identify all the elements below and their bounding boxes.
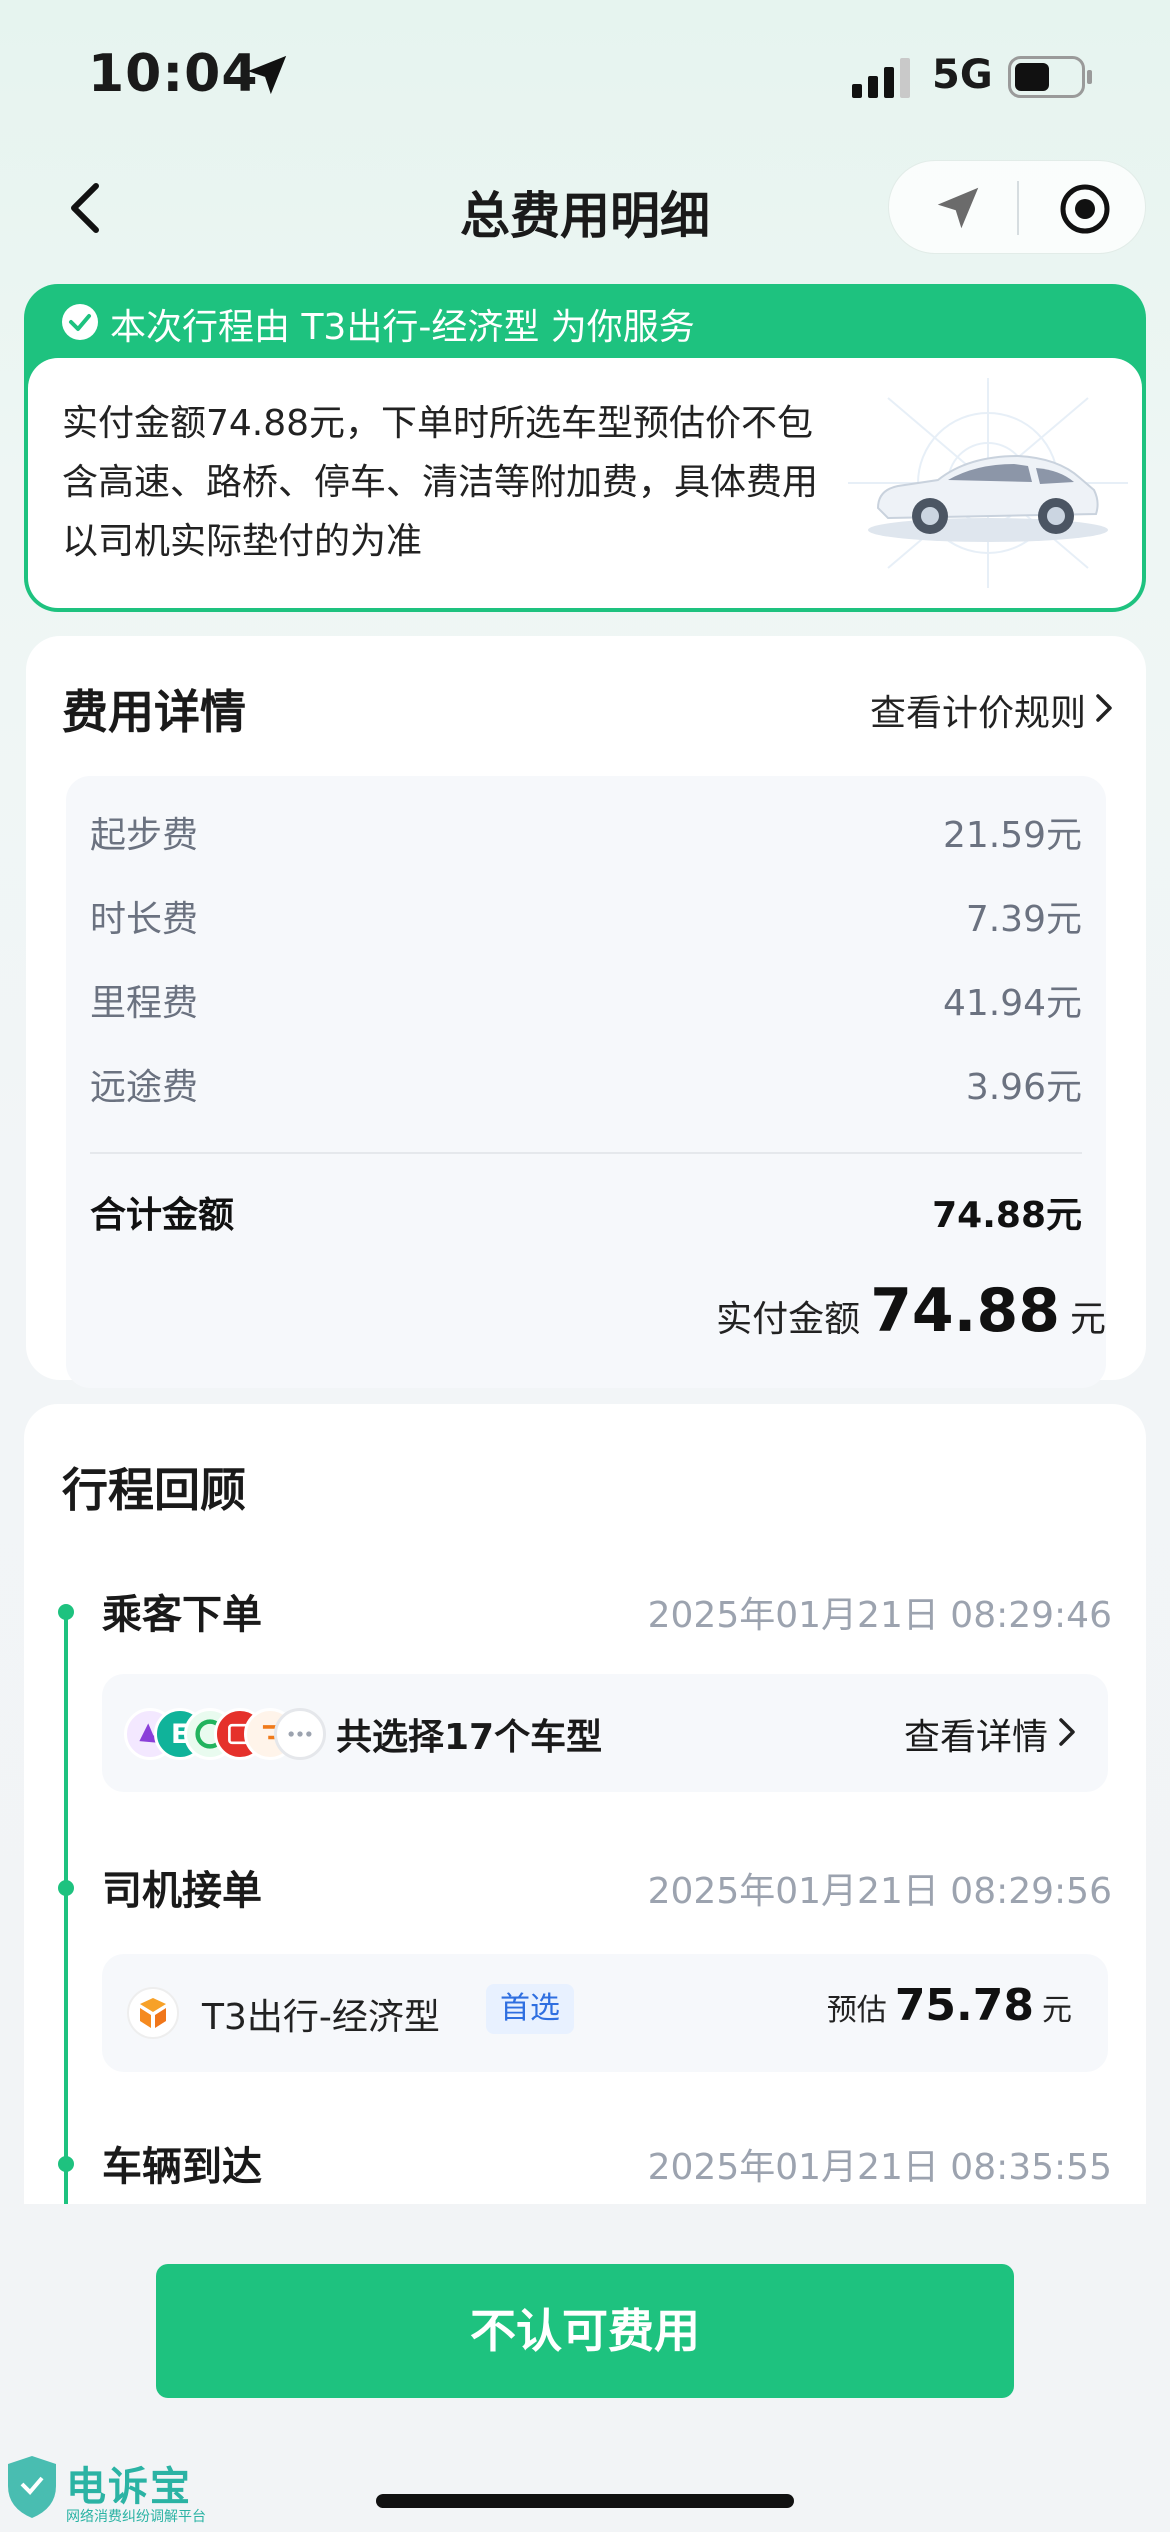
bottom-action-bar: 不认可费用 电诉宝 网络消费纠纷调解平台 (0, 2204, 1170, 2532)
home-indicator (376, 2494, 794, 2508)
event-title: 车辆到达 (102, 2144, 262, 2190)
fee-label: 起步费 (90, 815, 199, 856)
banner-body: 实付金额74.88元，下单时所选车型预估价不包含高速、路桥、停车、清洁等附加费，… (28, 358, 1142, 608)
trip-review-heading: 行程回顾 (62, 1463, 246, 1517)
event-time: 2025年01月21日 08:29:46 (647, 1595, 1112, 1636)
pricing-rules-link[interactable]: 查看计价规则 (870, 684, 1086, 736)
chevron-right-icon[interactable] (1056, 1716, 1078, 1748)
preferred-badge: 首选 (486, 1984, 574, 2034)
fee-divider (90, 1152, 1082, 1154)
fee-row-distance: 里程费 41.94元 (90, 974, 1082, 1034)
status-time: 10:04 (88, 44, 259, 104)
timeline-dot (58, 1604, 74, 1620)
fee-row-base: 起步费 21.59元 (90, 806, 1082, 866)
fee-label: 远途费 (90, 1067, 199, 1108)
accepted-car-type: T3出行-经济型 首选 预估 75.78 元 (102, 1954, 1108, 2072)
fee-value: 7.39元 (965, 899, 1082, 940)
event-time: 2025年01月21日 08:29:56 (647, 1871, 1112, 1912)
chevron-right-icon[interactable] (1092, 692, 1116, 724)
close-target-icon[interactable] (1057, 181, 1113, 237)
car-illustration-icon (848, 378, 1128, 588)
event-title: 乘客下单 (102, 1592, 262, 1638)
estimate-unit: 元 (1042, 1993, 1072, 2028)
timeline-line (64, 1610, 68, 2204)
location-arrow-icon (247, 55, 287, 95)
banner-title: 本次行程由 T3出行-经济型 为你服务 (110, 307, 695, 348)
paid-amount: 74.88 (870, 1276, 1060, 1346)
watermark-title: 电诉宝 (66, 2464, 192, 2510)
location-icon[interactable] (931, 181, 985, 235)
t3-logo-icon (127, 1987, 179, 2039)
fee-label: 时长费 (90, 899, 199, 940)
banner-text: 实付金额74.88元，下单时所选车型预估价不包含高速、路桥、停车、清洁等附加费，… (62, 403, 819, 562)
fee-value: 41.94元 (942, 983, 1082, 1024)
fee-details-card: 费用详情 查看计价规则 起步费 21.59元 时长费 7.39元 里程费 41.… (26, 636, 1146, 1388)
more-icon (274, 1708, 326, 1760)
timeline-dot (58, 2156, 74, 2172)
total-value: 74.88元 (932, 1195, 1082, 1236)
status-bar: 10:04 5G (0, 0, 1170, 150)
car-brand-icons: E (124, 1708, 334, 1762)
selected-cars-text: 共选择17个车型 (336, 1717, 603, 1758)
fee-details-heading: 费用详情 (62, 685, 246, 739)
signal-icon (852, 58, 910, 98)
fee-value: 21.59元 (942, 815, 1082, 856)
watermark-shield-icon (8, 2456, 56, 2518)
event-time: 2025年01月21日 08:35:55 (647, 2147, 1112, 2188)
fee-row-long-distance: 远途费 3.96元 (90, 1058, 1082, 1118)
dispute-fee-button[interactable]: 不认可费用 (156, 2264, 1014, 2398)
total-label: 合计金额 (90, 1195, 235, 1236)
selected-cars-summary[interactable]: E 共选择17个车型 查看详情 (102, 1674, 1108, 1792)
estimated-price: 预估 75.78 元 (827, 1980, 1072, 2031)
mini-program-capsule (888, 160, 1146, 254)
car-type-name: T3出行-经济型 (202, 1997, 440, 2038)
battery-icon (1008, 56, 1092, 98)
paid-amount-row: 实付金额 74.88 元 (716, 1276, 1106, 1346)
event-title: 司机接单 (102, 1868, 262, 1914)
view-details-link[interactable]: 查看详情 (904, 1708, 1048, 1760)
estimate-label: 预估 (826, 1993, 887, 2028)
network-label: 5G (932, 52, 993, 98)
fee-label: 里程费 (90, 983, 199, 1024)
paid-unit: 元 (1069, 1299, 1106, 1340)
fee-value: 3.96元 (965, 1067, 1082, 1108)
check-circle-icon (62, 304, 98, 340)
estimate-amount: 75.78 (894, 1980, 1034, 2031)
timeline-dot (58, 1880, 74, 1896)
capsule-divider (1017, 181, 1019, 235)
trip-review-card: 行程回顾 乘客下单 2025年01月21日 08:29:46 E 共选择17个车… (24, 1404, 1146, 2204)
fee-row-duration: 时长费 7.39元 (90, 890, 1082, 950)
paid-label: 实付金额 (716, 1299, 861, 1340)
watermark-subtitle: 网络消费纠纷调解平台 (66, 2509, 206, 2525)
service-banner: 本次行程由 T3出行-经济型 为你服务 实付金额74.88元，下单时所选车型预估… (24, 284, 1146, 612)
